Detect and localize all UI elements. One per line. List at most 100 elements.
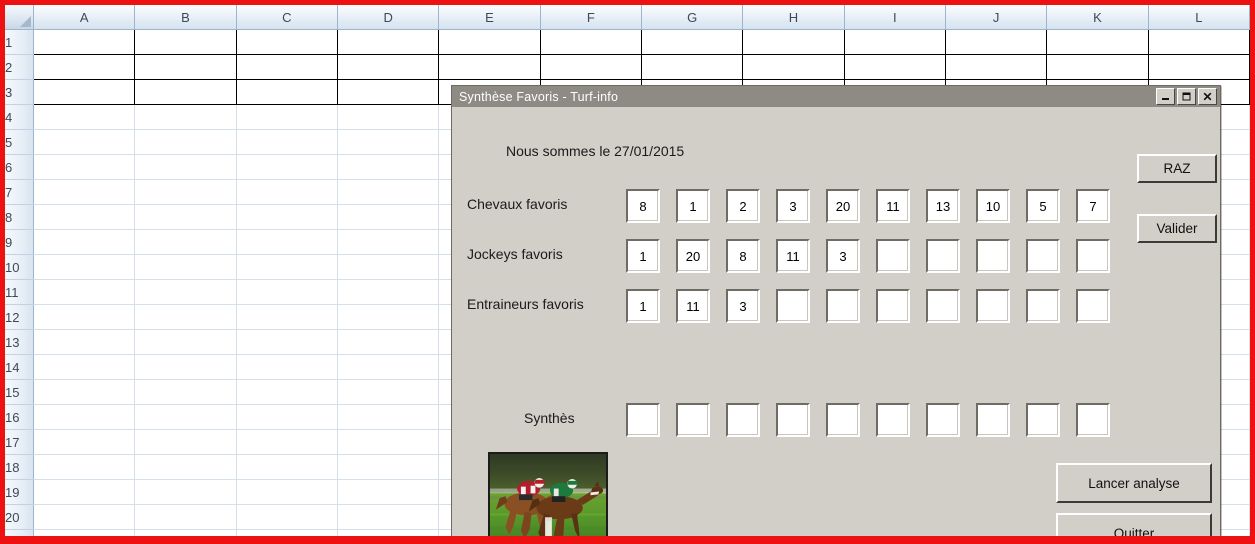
cell-D5[interactable]	[337, 129, 440, 155]
chevaux-box-8[interactable]: 10	[976, 189, 1010, 223]
entraineurs-box-2[interactable]: 11	[676, 289, 710, 323]
cell-B9[interactable]	[134, 229, 237, 255]
chevaux-box-4[interactable]: 3	[776, 189, 810, 223]
cell-B10[interactable]	[134, 254, 237, 280]
jockeys-box-3[interactable]: 8	[726, 239, 760, 273]
cell-A11[interactable]	[33, 279, 136, 305]
row-header-19[interactable]: 19	[5, 479, 34, 505]
chevaux-box-10[interactable]: 7	[1076, 189, 1110, 223]
cell-C11[interactable]	[236, 279, 338, 305]
cell-C13[interactable]	[236, 329, 338, 355]
jockeys-box-2[interactable]: 20	[676, 239, 710, 273]
cell-B3[interactable]	[134, 79, 237, 105]
cell-A21[interactable]	[33, 529, 136, 536]
cell-A1[interactable]	[32, 29, 136, 55]
row-header-5[interactable]: 5	[5, 129, 34, 155]
chevaux-box-3[interactable]: 2	[726, 189, 760, 223]
cell-C8[interactable]	[236, 204, 338, 230]
jockeys-box-9[interactable]	[1026, 239, 1060, 273]
row-header-14[interactable]: 14	[5, 354, 34, 380]
entraineurs-box-8[interactable]	[976, 289, 1010, 323]
cell-B8[interactable]	[134, 204, 237, 230]
cell-D13[interactable]	[337, 329, 440, 355]
cell-C14[interactable]	[236, 354, 338, 380]
cell-C21[interactable]	[236, 529, 338, 536]
cell-I1[interactable]	[844, 29, 946, 55]
cell-D9[interactable]	[337, 229, 440, 255]
cell-B7[interactable]	[134, 179, 237, 205]
cell-A7[interactable]	[33, 179, 136, 205]
cell-A19[interactable]	[33, 479, 136, 505]
chevaux-box-6[interactable]: 11	[876, 189, 910, 223]
cell-C18[interactable]	[236, 454, 338, 480]
chevaux-box-5[interactable]: 20	[826, 189, 860, 223]
cell-D16[interactable]	[337, 404, 440, 430]
cell-D7[interactable]	[337, 179, 440, 205]
cell-D10[interactable]	[337, 254, 440, 280]
cell-D14[interactable]	[337, 354, 440, 380]
cell-D4[interactable]	[337, 104, 440, 130]
chevaux-box-1[interactable]: 8	[626, 189, 660, 223]
close-button[interactable]	[1198, 88, 1217, 105]
row-header-3[interactable]: 3	[5, 79, 34, 105]
synthes-box-1[interactable]	[626, 403, 660, 437]
cell-B6[interactable]	[134, 154, 237, 180]
cell-A18[interactable]	[33, 454, 136, 480]
cell-L2[interactable]	[1148, 54, 1250, 80]
cell-D21[interactable]	[337, 529, 440, 536]
entraineurs-box-6[interactable]	[876, 289, 910, 323]
row-header-12[interactable]: 12	[5, 304, 34, 330]
cell-H2[interactable]	[742, 54, 845, 80]
cell-A5[interactable]	[33, 129, 136, 155]
cell-L1[interactable]	[1148, 29, 1250, 55]
cell-G1[interactable]	[641, 29, 744, 55]
cell-D19[interactable]	[337, 479, 440, 505]
cell-B4[interactable]	[134, 104, 237, 130]
cell-D3[interactable]	[337, 79, 440, 105]
row-header-8[interactable]: 8	[5, 204, 34, 230]
cell-D12[interactable]	[337, 304, 440, 330]
cell-A9[interactable]	[33, 229, 136, 255]
cell-C12[interactable]	[236, 304, 338, 330]
column-header-G[interactable]: G	[641, 5, 744, 30]
chevaux-box-9[interactable]: 5	[1026, 189, 1060, 223]
cell-A16[interactable]	[33, 404, 136, 430]
entraineurs-box-5[interactable]	[826, 289, 860, 323]
column-header-H[interactable]: H	[742, 5, 845, 30]
jockeys-box-7[interactable]	[926, 239, 960, 273]
cell-A10[interactable]	[33, 254, 136, 280]
cell-B17[interactable]	[134, 429, 237, 455]
synthes-box-4[interactable]	[776, 403, 810, 437]
synthes-box-6[interactable]	[876, 403, 910, 437]
row-header-4[interactable]: 4	[5, 104, 34, 130]
entraineurs-box-3[interactable]: 3	[726, 289, 760, 323]
cell-D11[interactable]	[337, 279, 440, 305]
cell-J1[interactable]	[945, 29, 1048, 55]
row-header-16[interactable]: 16	[5, 404, 34, 430]
row-header-7[interactable]: 7	[5, 179, 34, 205]
cell-C5[interactable]	[236, 129, 338, 155]
cell-B16[interactable]	[134, 404, 237, 430]
cell-F2[interactable]	[540, 54, 642, 80]
row-header-2[interactable]: 2	[5, 54, 34, 80]
select-all-corner[interactable]	[5, 5, 34, 30]
cell-D1[interactable]	[337, 29, 440, 55]
cell-A20[interactable]	[33, 504, 136, 530]
cell-C4[interactable]	[236, 104, 338, 130]
cell-B12[interactable]	[134, 304, 237, 330]
row-header-18[interactable]: 18	[5, 454, 34, 480]
lancer-analyse-button[interactable]: Lancer analyse	[1056, 463, 1212, 503]
cell-I2[interactable]	[844, 54, 946, 80]
synthes-box-10[interactable]	[1076, 403, 1110, 437]
entraineurs-box-7[interactable]	[926, 289, 960, 323]
column-header-F[interactable]: F	[540, 5, 642, 30]
entraineurs-box-4[interactable]	[776, 289, 810, 323]
row-header-17[interactable]: 17	[5, 429, 34, 455]
raz-button[interactable]: RAZ	[1137, 154, 1217, 183]
jockeys-box-5[interactable]: 3	[826, 239, 860, 273]
minimize-button[interactable]	[1156, 88, 1175, 105]
cell-H1[interactable]	[742, 29, 845, 55]
column-header-A[interactable]: A	[33, 5, 136, 30]
cell-K1[interactable]	[1046, 29, 1149, 55]
cell-D20[interactable]	[337, 504, 440, 530]
